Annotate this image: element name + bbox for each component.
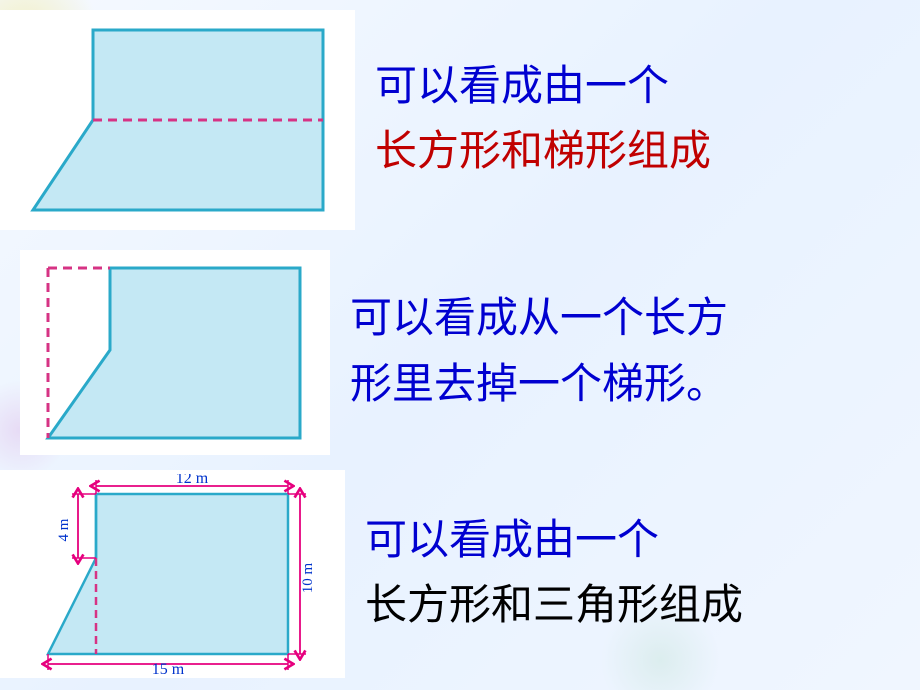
dim-left-label: 4 m bbox=[56, 518, 72, 541]
row1-line1: 可以看成由一个 bbox=[375, 55, 711, 120]
figure-1-svg bbox=[13, 20, 343, 220]
row3-line1: 可以看成由一个 bbox=[365, 509, 743, 574]
row-3: 12 m 15 m 4 m 10 m 可以看成由一个 长方形和三角形组成 bbox=[0, 470, 743, 678]
shape-large-rect-minus-trap bbox=[48, 268, 300, 438]
figure-3-svg: 12 m 15 m 4 m 10 m bbox=[8, 474, 338, 674]
figure-2-container bbox=[20, 250, 330, 455]
row2-line2: 形里去掉一个梯形。 bbox=[350, 353, 728, 418]
shape-rect-plus-triangle bbox=[48, 494, 288, 654]
text-block-2: 可以看成从一个长方 形里去掉一个梯形。 bbox=[350, 287, 728, 417]
text-block-1: 可以看成由一个 长方形和梯形组成 bbox=[375, 55, 711, 185]
text-block-3: 可以看成由一个 长方形和三角形组成 bbox=[365, 509, 743, 639]
row2-line1: 可以看成从一个长方 bbox=[350, 287, 728, 352]
row-1: 可以看成由一个 长方形和梯形组成 bbox=[0, 10, 711, 230]
figure-2-svg bbox=[30, 258, 320, 448]
dim-right-label: 10 m bbox=[300, 562, 316, 593]
dim-top-label: 12 m bbox=[175, 474, 208, 487]
figure-1-container bbox=[0, 10, 355, 230]
row3-line2: 长方形和三角形组成 bbox=[365, 574, 743, 639]
figure-3-container: 12 m 15 m 4 m 10 m bbox=[0, 470, 345, 678]
dim-bottom-label: 15 m bbox=[151, 661, 184, 674]
row1-line2: 长方形和梯形组成 bbox=[375, 120, 711, 185]
row-2: 可以看成从一个长方 形里去掉一个梯形。 bbox=[0, 250, 728, 455]
